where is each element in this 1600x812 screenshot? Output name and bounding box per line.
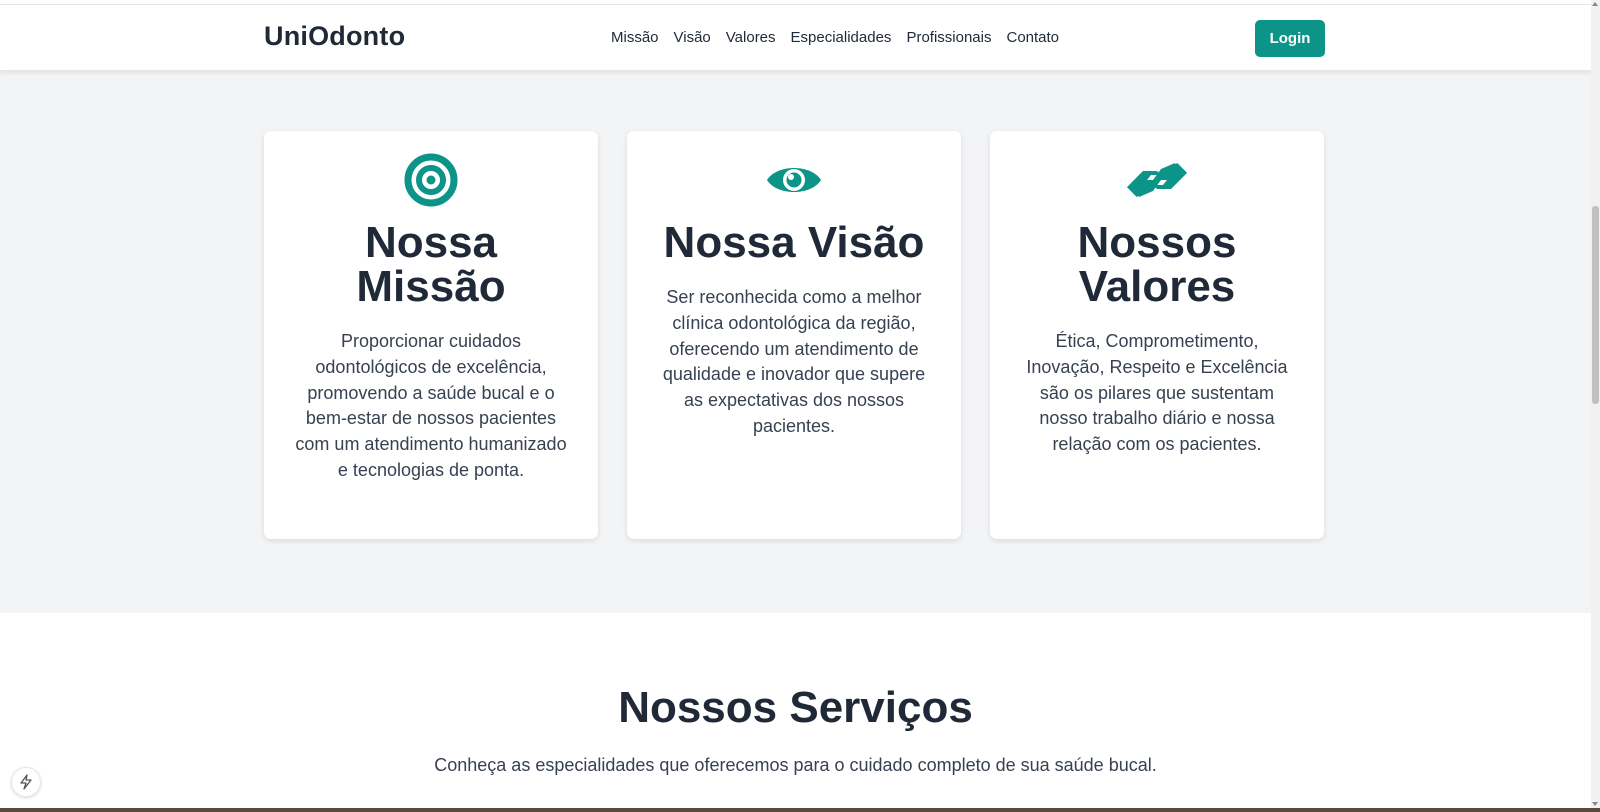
scroll-up-arrow-icon[interactable] (1592, 2, 1598, 6)
card-title: Nossa Visão (663, 218, 925, 267)
card-visao: Nossa Visão Ser reconhecida como a melho… (627, 131, 961, 539)
card-text: Ser reconhecida como a melhor clínica od… (662, 287, 926, 436)
brand-logo[interactable]: UniOdonto (264, 21, 405, 52)
main-nav: Missão Visão Valores Especialidades Prof… (611, 29, 1059, 46)
eye-icon (653, 153, 935, 207)
services-title: Nossos Serviços (618, 683, 973, 732)
site-header: UniOdonto Missão Visão Valores Especiali… (0, 5, 1591, 71)
nav-link-visao[interactable]: Visão (674, 29, 711, 46)
target-icon (290, 153, 572, 207)
mission-vision-values-section: Nossa Missão Proporcionar cuidados odont… (264, 131, 1324, 539)
nav-link-contato[interactable]: Contato (1006, 29, 1059, 46)
card-text: Proporcionar cuidados odontológicos de e… (295, 331, 567, 480)
card-valores: Nossos Valores Ética, Comprometimento, I… (990, 131, 1324, 539)
scrollbar-thumb[interactable] (1592, 206, 1599, 404)
dev-tools-button[interactable] (11, 767, 41, 797)
card-missao: Nossa Missão Proporcionar cuidados odont… (264, 131, 598, 539)
services-subtitle: Conheça as especialidades que oferecemos… (434, 755, 1157, 775)
nav-link-especialidades[interactable]: Especialidades (791, 29, 892, 46)
handshake-icon (1016, 153, 1298, 207)
lightning-icon (20, 774, 32, 790)
login-button[interactable]: Login (1255, 20, 1325, 57)
services-section: Nossos Serviços Conheça as especialidade… (0, 613, 1591, 808)
card-title: Nossa Missão (356, 218, 506, 311)
card-text: Ética, Comprometimento, Inovação, Respei… (1026, 331, 1288, 455)
scroll-down-arrow-icon[interactable] (1592, 802, 1598, 806)
card-title: Nossos Valores (1077, 218, 1237, 311)
vertical-scrollbar[interactable] (1591, 0, 1600, 808)
page-viewport: UniOdonto Missão Visão Valores Especiali… (0, 0, 1591, 808)
nav-link-profissionais[interactable]: Profissionais (906, 29, 991, 46)
taskbar-edge (0, 808, 1600, 812)
nav-link-valores[interactable]: Valores (726, 29, 776, 46)
nav-link-missao[interactable]: Missão (611, 29, 659, 46)
